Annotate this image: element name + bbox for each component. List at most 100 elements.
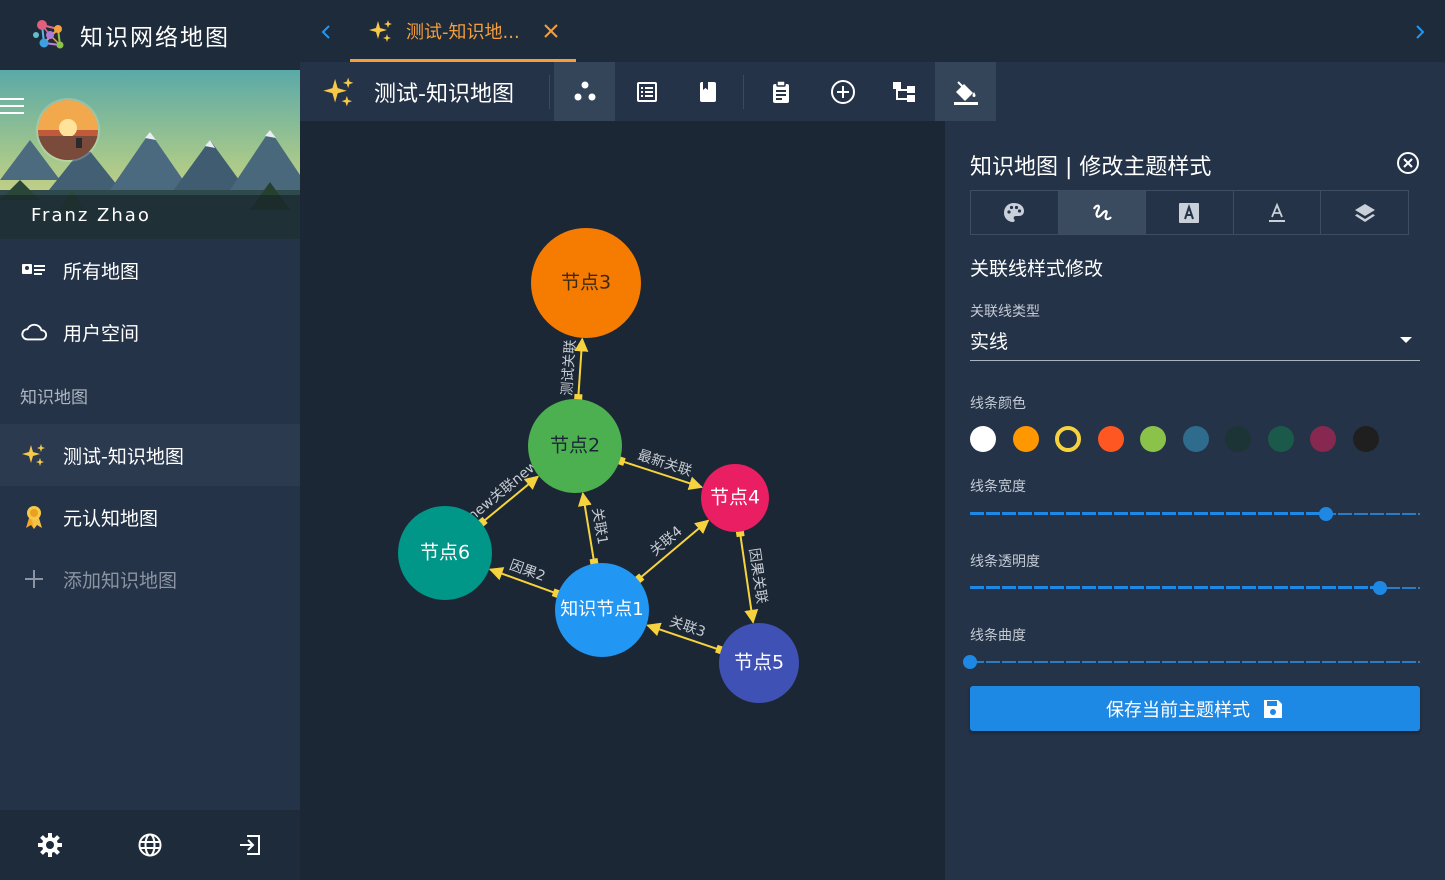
slider-thumb[interactable] bbox=[1372, 581, 1387, 595]
line-opacity-slider[interactable] bbox=[970, 578, 1420, 598]
graph-node-label: 节点6 bbox=[420, 542, 470, 564]
sidebar-item-meta-map[interactable]: 元认知地图 bbox=[0, 486, 300, 548]
panel-title: 知识地图 | 修改主题样式 bbox=[970, 155, 1212, 180]
map-title: 测试-知识地图 bbox=[374, 81, 514, 107]
ribbon-icon bbox=[20, 503, 48, 531]
color-swatch[interactable]: #ffffff bbox=[970, 426, 996, 452]
list-icon bbox=[636, 81, 657, 102]
link-label: 关联3 bbox=[667, 614, 707, 641]
sidebar-item-user-space[interactable]: 用户空间 bbox=[0, 301, 300, 363]
layers-icon bbox=[1354, 203, 1375, 222]
gear-icon bbox=[38, 833, 62, 857]
link-label: 测试关联 bbox=[559, 339, 579, 396]
paint-bucket-icon bbox=[953, 80, 978, 105]
style-tabs bbox=[970, 190, 1409, 235]
color-swatch[interactable]: #1c3435 bbox=[1225, 426, 1251, 452]
menu-icon[interactable] bbox=[0, 97, 24, 115]
add-node-button[interactable] bbox=[812, 62, 873, 121]
tab-scroll-right[interactable] bbox=[1410, 20, 1430, 44]
avatar[interactable] bbox=[38, 100, 98, 160]
graph-view-button[interactable] bbox=[554, 62, 615, 121]
user-name: Franz Zhao bbox=[31, 205, 151, 226]
line-curvature-slider[interactable] bbox=[963, 652, 1420, 672]
tab-scroll-left[interactable] bbox=[316, 20, 336, 44]
color-swatch[interactable]: #8bc34a bbox=[1140, 426, 1166, 452]
theme-style-button[interactable] bbox=[935, 62, 996, 121]
graph-node-label: 节点5 bbox=[734, 652, 784, 674]
sidebar-item-label: 测试-知识地图 bbox=[63, 445, 184, 468]
link-label: 因果2 bbox=[507, 557, 547, 585]
tab-palette[interactable] bbox=[971, 191, 1059, 234]
tab-node-text[interactable] bbox=[1146, 191, 1234, 234]
tab-text-format[interactable] bbox=[1234, 191, 1322, 234]
book-view-button[interactable] bbox=[677, 62, 738, 121]
line-width-slider[interactable] bbox=[970, 504, 1420, 524]
map-title-wrap: 测试-知识地图 bbox=[322, 62, 514, 121]
tab-bar: 测试-知识地... bbox=[300, 0, 1445, 62]
book-icon bbox=[699, 81, 716, 102]
slider-track bbox=[970, 661, 1420, 663]
color-swatch[interactable]: #ff5722 bbox=[1097, 426, 1124, 452]
graph-link[interactable] bbox=[574, 337, 589, 399]
language-button[interactable] bbox=[100, 810, 200, 880]
link-label: 关联4 bbox=[647, 523, 686, 559]
line-color-label: 线条颜色 bbox=[970, 396, 1026, 412]
section-title: 关联线样式修改 bbox=[970, 258, 1104, 280]
save-icon bbox=[1264, 699, 1282, 718]
list-view-button[interactable] bbox=[616, 62, 677, 121]
text-box-icon bbox=[1179, 202, 1200, 223]
line-type-label: 关联线类型 bbox=[970, 304, 1040, 320]
link-label: 关联1 bbox=[588, 507, 610, 546]
graph-icon bbox=[574, 81, 595, 100]
sidebar-footer bbox=[0, 810, 300, 880]
globe-icon bbox=[138, 833, 162, 857]
graph-node-label: 知识节点1 bbox=[560, 599, 643, 620]
sidebar-item-label: 所有地图 bbox=[63, 260, 140, 283]
line-type-select[interactable]: 实线 bbox=[970, 325, 1420, 361]
logout-button[interactable] bbox=[200, 810, 300, 880]
tab-test-map[interactable]: 测试-知识地... bbox=[350, 0, 576, 62]
sidebar-section-maps: 知识地图 bbox=[20, 388, 88, 408]
chevron-right-icon bbox=[1416, 25, 1425, 39]
slider-thumb[interactable] bbox=[1318, 507, 1333, 521]
clipboard-button[interactable] bbox=[750, 62, 811, 121]
sidebar: 知识网络地图 Franz Zhao 所有地图 用户空间 知识地图 测试-知识地图… bbox=[0, 0, 300, 880]
color-swatch[interactable]: #ff9800 bbox=[1012, 426, 1039, 452]
toolbar-divider bbox=[743, 75, 744, 109]
save-theme-button[interactable]: 保存当前主题样式 bbox=[970, 686, 1420, 731]
tree-layout-button[interactable] bbox=[873, 62, 934, 121]
tab-layers[interactable] bbox=[1321, 191, 1408, 234]
caret-down-icon bbox=[1400, 337, 1412, 343]
color-swatch[interactable]: #1f1f1f bbox=[1352, 426, 1379, 452]
settings-button[interactable] bbox=[0, 810, 100, 880]
slider-fill bbox=[970, 512, 1326, 515]
tab-label: 测试-知识地... bbox=[406, 22, 520, 43]
save-theme-label: 保存当前主题样式 bbox=[1106, 699, 1250, 721]
sparkles-icon bbox=[369, 20, 392, 42]
sidebar-item-label: 用户空间 bbox=[63, 322, 140, 345]
line-color-swatches: #ffffff #ff9800 #f6d33e #ff5722 #8bc34a #2f6b… bbox=[970, 426, 1395, 454]
add-map-label: 添加知识地图 bbox=[63, 569, 178, 592]
line-width-label: 线条宽度 bbox=[970, 479, 1026, 495]
sidebar-item-test-map[interactable]: 测试-知识地图 bbox=[0, 424, 300, 486]
tab-line-style[interactable] bbox=[1058, 191, 1147, 234]
graph-node-label: 节点3 bbox=[561, 272, 611, 294]
add-map-button[interactable]: 添加知识地图 bbox=[0, 548, 300, 610]
close-tab-button[interactable] bbox=[540, 20, 562, 42]
graph-canvas[interactable]: 测试关联 最新关联 new关联new 关联1 关联4 因果关联 因果2 关联3 节点3 节点2 节点… bbox=[300, 121, 945, 880]
close-icon[interactable] bbox=[1396, 151, 1420, 175]
color-swatch[interactable]: #86284f bbox=[1310, 426, 1336, 452]
slider-thumb[interactable] bbox=[963, 655, 977, 669]
color-swatch[interactable]: #1b5a4b bbox=[1267, 426, 1294, 452]
sidebar-item-all-maps[interactable]: 所有地图 bbox=[0, 239, 300, 301]
line-style-icon bbox=[1092, 204, 1112, 220]
clipboard-icon bbox=[772, 79, 789, 103]
color-swatch[interactable]: #f6d33e bbox=[1055, 426, 1081, 452]
line-curvature-label: 线条曲度 bbox=[970, 628, 1026, 644]
color-swatch[interactable]: #2f6b8c bbox=[1182, 426, 1209, 452]
slider-fill bbox=[970, 586, 1380, 589]
line-type-value: 实线 bbox=[970, 331, 1009, 353]
brand-header: 知识网络地图 bbox=[0, 0, 300, 70]
knowledge-graph[interactable]: 测试关联最新关联new关联new关联1 关联4因果关联因果2关联3节点3节点2节点… bbox=[300, 121, 945, 880]
graph-node-label: 节点2 bbox=[550, 435, 600, 457]
